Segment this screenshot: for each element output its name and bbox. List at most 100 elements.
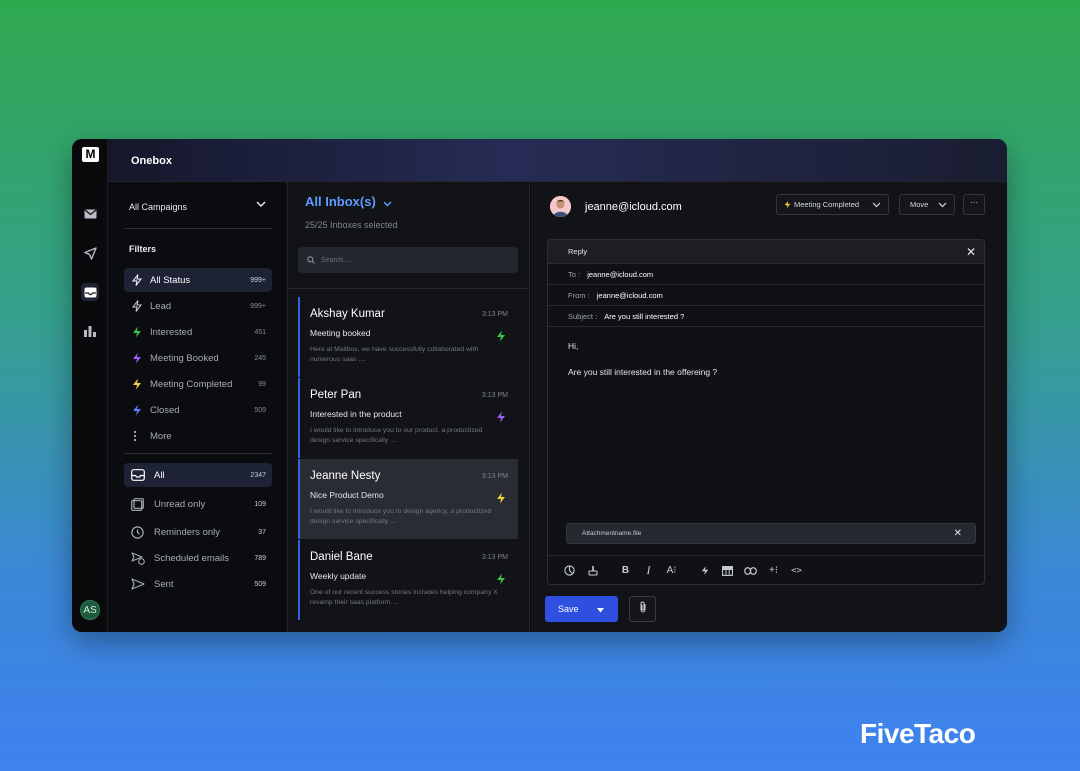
bolt-icon <box>784 200 791 209</box>
contact-avatar <box>550 196 571 217</box>
bolt-icon <box>496 491 506 509</box>
mail-sender: Peter Pan <box>310 389 362 401</box>
search-input[interactable] <box>321 256 501 264</box>
remove-attachment-icon[interactable]: ✕ <box>954 524 962 543</box>
subject-field[interactable]: Subject : Are you still interested ? <box>548 306 984 327</box>
send-icon <box>131 578 146 590</box>
status-dropdown-button[interactable]: Meeting Completed <box>776 194 889 215</box>
paperclip-icon <box>639 600 647 618</box>
reply-header: Reply ✕ <box>548 240 984 264</box>
mail-subject: Weekly update <box>310 571 367 581</box>
send-nav-icon[interactable] <box>81 244 99 262</box>
mail-list-item[interactable]: Akshay Kumar 3:13 PM Meeting booked Here… <box>298 297 518 377</box>
subject-value: Are you still interested ? <box>604 312 685 321</box>
chevron-down-icon <box>383 195 392 210</box>
mail-time: 3:13 PM <box>481 554 508 561</box>
reply-header-label: Reply <box>568 247 588 256</box>
filter-meeting-booked[interactable]: Meeting Booked 245 <box>124 346 272 370</box>
format-painter-icon[interactable] <box>581 561 604 581</box>
bolt-icon[interactable] <box>693 561 716 581</box>
scheduled-icon <box>131 551 146 565</box>
user-avatar[interactable]: AS <box>80 600 100 620</box>
from-value: jeanne@icloud.com <box>596 291 663 300</box>
filter-count: 509 <box>254 406 266 414</box>
mail-sender: Daniel Bane <box>310 551 373 563</box>
bolt-icon <box>132 274 144 286</box>
clock-icon <box>131 525 146 539</box>
emoji-icon[interactable] <box>558 561 581 581</box>
caret-down-icon[interactable] <box>597 605 604 615</box>
bolt-icon <box>132 300 144 312</box>
save-button[interactable]: Save <box>545 596 618 622</box>
mail-list-item[interactable]: Daniel Bane 3:13 PM Weekly update One of… <box>298 540 518 620</box>
reply-body[interactable]: Hi, Are you still interested in the offe… <box>548 327 984 407</box>
filter-label: All Status <box>150 274 191 286</box>
bolt-icon <box>132 326 144 338</box>
table-icon[interactable] <box>716 561 739 581</box>
insert-icon[interactable]: +⁝ <box>762 561 785 581</box>
campaign-dropdown[interactable]: All Campaigns <box>129 200 272 212</box>
mailbox-label: Scheduled emails <box>154 552 229 564</box>
filter-all-status[interactable]: All Status 999+ <box>124 268 272 292</box>
link-icon[interactable] <box>739 561 762 581</box>
brand-watermark: FiveTaco <box>860 718 976 749</box>
bold-icon[interactable]: B <box>614 561 637 581</box>
attachment-chip[interactable]: Attachmentname.file ✕ <box>566 523 976 544</box>
status-button-label: Meeting Completed <box>794 200 860 209</box>
filter-count: 451 <box>254 328 266 336</box>
inbox-selector[interactable]: All Inbox(s) <box>305 194 392 210</box>
filter-more[interactable]: More <box>124 424 272 448</box>
filter-count: 245 <box>254 354 266 362</box>
font-size-icon[interactable]: A⁝ <box>660 561 683 581</box>
mailbox-unread[interactable]: Unread only 109 <box>124 492 272 516</box>
app-window: M AS Onebox All Campaigns Filters All St… <box>72 139 1007 632</box>
mail-preview: Here at Mailbox, we have successfully co… <box>310 346 479 363</box>
mailbox-sent[interactable]: Sent 509 <box>124 572 272 596</box>
bolt-icon <box>132 404 144 416</box>
page-title: Onebox <box>131 155 172 167</box>
mailbox-count: 109 <box>254 500 266 508</box>
close-icon[interactable]: ✕ <box>966 240 976 264</box>
attach-button[interactable] <box>629 596 656 622</box>
filter-meeting-completed[interactable]: Meeting Completed 99 <box>124 372 272 396</box>
from-field[interactable]: From : jeanne@icloud.com <box>548 285 984 306</box>
mailbox-count: 2347 <box>250 471 266 479</box>
mailbox-scheduled[interactable]: Scheduled emails 789 <box>124 546 272 570</box>
mailbox-all[interactable]: All 2347 <box>124 463 272 487</box>
filter-closed[interactable]: Closed 509 <box>124 398 272 422</box>
top-bar: Onebox <box>108 139 1007 182</box>
filter-count: 999+ <box>250 276 266 284</box>
move-button-label: Move <box>910 200 929 209</box>
app-logo: M <box>82 147 99 162</box>
filter-interested[interactable]: Interested 451 <box>124 320 272 344</box>
to-value: jeanne@icloud.com <box>587 270 654 279</box>
code-icon[interactable]: <> <box>785 561 808 581</box>
divider <box>124 228 272 229</box>
analytics-icon[interactable] <box>81 322 99 340</box>
italic-icon[interactable]: I <box>637 561 660 581</box>
mail-time: 3:13 PM <box>481 392 508 399</box>
to-field[interactable]: To : jeanne@icloud.com <box>548 264 984 285</box>
inbox-title: All Inbox(s) <box>305 194 376 209</box>
mail-list-item-selected[interactable]: Jeanne Nesty 3:13 PM Nice Product Demo I… <box>298 459 518 539</box>
mail-time: 3:13 PM <box>481 311 508 318</box>
filter-lead[interactable]: Lead 999+ <box>124 294 272 318</box>
move-button[interactable]: Move <box>899 194 955 215</box>
filters-heading: Filters <box>129 244 157 254</box>
mailbox-reminders[interactable]: Reminders only 37 <box>124 520 272 544</box>
mail-list-item[interactable]: Peter Pan 3:13 PM Interested in the prod… <box>298 378 518 458</box>
more-options-button[interactable]: ··· <box>963 194 985 215</box>
search-box[interactable] <box>298 247 518 273</box>
inbox-list-panel: All Inbox(s) 25/25 Inboxes selected Aksh… <box>288 182 530 632</box>
divider <box>288 288 530 289</box>
filter-label: Closed <box>150 404 180 416</box>
mail-time: 3:13 PM <box>481 473 508 480</box>
unread-icon <box>131 497 146 511</box>
chevron-down-icon <box>256 200 266 210</box>
filter-count: 99 <box>258 380 266 388</box>
save-button-label: Save <box>558 604 579 614</box>
filter-label: Meeting Completed <box>150 378 233 390</box>
mail-icon[interactable] <box>81 205 99 223</box>
onebox-nav-icon[interactable] <box>81 283 99 301</box>
bolt-icon <box>132 352 144 364</box>
